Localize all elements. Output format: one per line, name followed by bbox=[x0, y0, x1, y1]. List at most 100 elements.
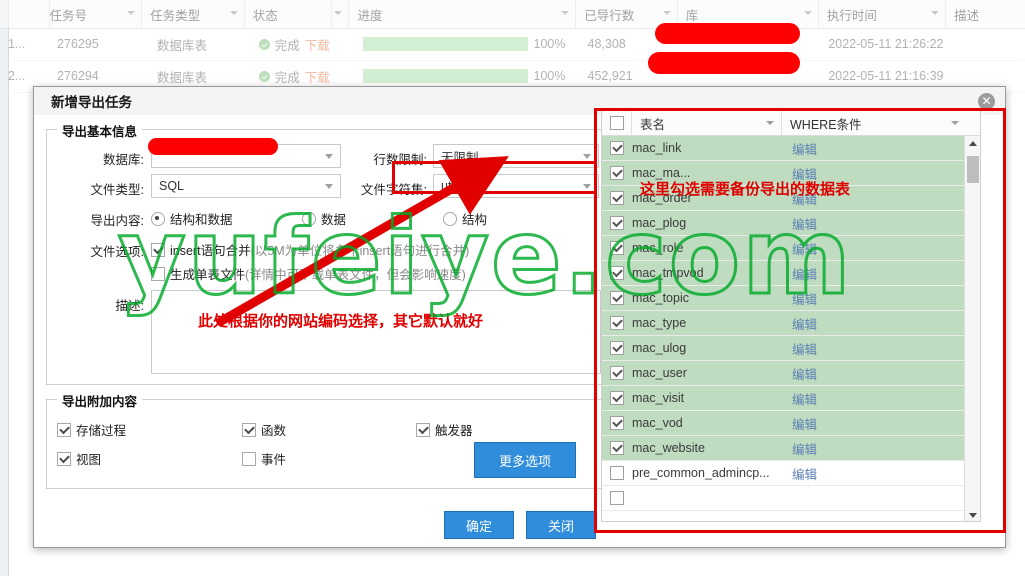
description-input[interactable] bbox=[151, 290, 601, 374]
table-scrollbar[interactable] bbox=[964, 136, 980, 521]
row-edit-link[interactable]: 编辑 bbox=[792, 414, 817, 433]
radio-data[interactable]: 数据 bbox=[302, 209, 346, 228]
select-all-checkbox[interactable] bbox=[602, 111, 632, 136]
chevron-down-icon[interactable] bbox=[583, 154, 591, 159]
download-link[interactable]: 下载 bbox=[305, 67, 330, 86]
table-row[interactable]: mac_plog 编辑 bbox=[602, 211, 980, 236]
charset-select[interactable]: utf8 bbox=[433, 174, 599, 198]
row-edit-link[interactable]: 编辑 bbox=[792, 389, 817, 408]
chevron-down-icon[interactable] bbox=[662, 11, 671, 15]
row-edit-link[interactable]: 编辑 bbox=[792, 164, 817, 183]
row-edit-link[interactable]: 编辑 bbox=[792, 214, 817, 233]
grid-col-status[interactable]: 状态 bbox=[245, 0, 332, 28]
row-edit-link[interactable]: 编辑 bbox=[792, 189, 817, 208]
row-checkbox[interactable] bbox=[602, 266, 632, 280]
row-edit-link[interactable]: 编辑 bbox=[792, 314, 817, 333]
chevron-down-icon[interactable] bbox=[766, 120, 774, 125]
row-checkbox[interactable] bbox=[602, 166, 632, 180]
table-row[interactable]: mac_role 编辑 bbox=[602, 236, 980, 261]
row-edit-link[interactable]: 编辑 bbox=[792, 264, 817, 283]
table-row[interactable]: pre_common_admincp... 编辑 bbox=[602, 461, 980, 486]
chevron-down-icon[interactable] bbox=[803, 11, 812, 15]
row-checkbox[interactable] bbox=[602, 366, 632, 380]
row-checkbox[interactable] bbox=[602, 466, 632, 480]
grid-col-exec-time[interactable]: 执行时间 bbox=[819, 0, 947, 28]
table-row[interactable] bbox=[602, 486, 980, 511]
radio-structure-and-data[interactable]: 结构和数据 bbox=[151, 209, 233, 228]
col-where-condition[interactable]: WHERE条件 bbox=[782, 111, 966, 136]
table-row[interactable]: mac_vod 编辑 bbox=[602, 411, 980, 436]
checkbox-function[interactable]: 函数 bbox=[242, 420, 286, 439]
row-checkbox[interactable] bbox=[602, 441, 632, 455]
col-table-name[interactable]: 表名 bbox=[632, 111, 782, 136]
close-button[interactable]: 关闭 bbox=[526, 511, 596, 539]
chevron-down-icon[interactable] bbox=[325, 154, 333, 159]
row-checkbox[interactable] bbox=[602, 316, 632, 330]
download-link[interactable]: 下载 bbox=[305, 35, 330, 54]
grid-col-task-no[interactable]: 任务号 bbox=[42, 0, 143, 28]
row-checkbox[interactable] bbox=[602, 341, 632, 355]
row-edit-link[interactable]: 编辑 bbox=[792, 239, 817, 258]
table-row[interactable]: mac_ulog 编辑 bbox=[602, 336, 980, 361]
table-row[interactable]: mac_type 编辑 bbox=[602, 311, 980, 336]
checkbox-icon bbox=[610, 366, 624, 380]
row-edit-link[interactable]: 编辑 bbox=[792, 364, 817, 383]
checkbox-single-table-file[interactable]: 生成单表文件 (详情中可下载单表文件，但会影响速度) bbox=[151, 264, 466, 283]
row-edit-link[interactable]: 编辑 bbox=[792, 139, 817, 158]
row-edit-link[interactable]: 编辑 bbox=[792, 289, 817, 308]
chevron-down-icon[interactable] bbox=[325, 184, 333, 189]
row-checkbox[interactable] bbox=[602, 291, 632, 305]
chevron-down-icon[interactable] bbox=[229, 11, 238, 15]
chevron-down-icon[interactable] bbox=[127, 11, 136, 15]
chevron-down-icon[interactable] bbox=[951, 120, 959, 125]
row-checkbox[interactable] bbox=[602, 241, 632, 255]
row-checkbox[interactable] bbox=[602, 416, 632, 430]
chevron-down-icon[interactable] bbox=[561, 11, 570, 15]
row-checkbox[interactable] bbox=[602, 191, 632, 205]
row-checkbox[interactable] bbox=[602, 216, 632, 230]
table-row[interactable]: mac_ma... 编辑 bbox=[602, 161, 980, 186]
row-checkbox[interactable] bbox=[602, 391, 632, 405]
chevron-down-icon[interactable] bbox=[334, 11, 343, 15]
row-checkbox[interactable] bbox=[602, 141, 632, 155]
table-row[interactable]: mac_tmpvod 编辑 bbox=[602, 261, 980, 286]
scroll-down-icon[interactable] bbox=[965, 508, 980, 521]
row-checkbox[interactable] bbox=[602, 491, 632, 505]
checkbox-event[interactable]: 事件 bbox=[242, 449, 286, 468]
grid-col-status-filter[interactable] bbox=[332, 0, 350, 28]
row-edit-link[interactable]: 编辑 bbox=[792, 439, 817, 458]
scrollbar-thumb[interactable] bbox=[967, 156, 979, 183]
checkbox-insert-merge[interactable]: insert语句合并 (以5M为单位将多个insert语句进行合并) bbox=[151, 240, 469, 259]
more-options-button[interactable]: 更多选项 bbox=[474, 442, 576, 478]
grid-col-desc[interactable]: 描述 bbox=[946, 0, 1025, 28]
row-table-name: mac_user bbox=[632, 366, 687, 380]
grid-col-progress[interactable]: 进度 bbox=[349, 0, 577, 28]
table-row[interactable]: mac_user 编辑 bbox=[602, 361, 980, 386]
close-icon[interactable]: ✕ bbox=[978, 93, 995, 110]
table-row[interactable]: 1... 276295 数据库表 完成 下载 100% 48,308 2022-… bbox=[0, 28, 1025, 61]
ok-button[interactable]: 确定 bbox=[444, 511, 514, 539]
table-row[interactable]: mac_link 编辑 bbox=[602, 136, 980, 161]
row-edit-link[interactable]: 编辑 bbox=[792, 339, 817, 358]
row-index: 1... bbox=[8, 37, 26, 51]
radio-structure[interactable]: 结构 bbox=[443, 209, 487, 228]
row-table-name: mac_ma... bbox=[632, 166, 691, 180]
radio-icon bbox=[151, 211, 165, 226]
row-limit-select[interactable]: 无限制 bbox=[433, 144, 599, 168]
chevron-down-icon[interactable] bbox=[931, 11, 940, 15]
table-row[interactable]: mac_order 编辑 bbox=[602, 186, 980, 211]
row-edit-link[interactable]: 编辑 bbox=[792, 464, 817, 483]
checkbox-stored-procedure[interactable]: 存储过程 bbox=[57, 420, 126, 439]
table-row[interactable]: mac_website 编辑 bbox=[602, 436, 980, 461]
redaction-mark bbox=[655, 23, 800, 44]
checkbox-trigger[interactable]: 触发器 bbox=[416, 420, 473, 439]
chevron-down-icon[interactable] bbox=[583, 184, 591, 189]
scroll-up-icon[interactable] bbox=[965, 136, 980, 151]
row-table-name: mac_role bbox=[632, 241, 684, 255]
checkbox-single-table-file-hint: (详情中可下载单表文件，但会影响速度) bbox=[245, 268, 466, 282]
grid-col-task-type[interactable]: 任务类型 bbox=[142, 0, 245, 28]
table-row[interactable]: mac_topic 编辑 bbox=[602, 286, 980, 311]
table-row[interactable]: mac_visit 编辑 bbox=[602, 386, 980, 411]
file-type-select[interactable]: SQL bbox=[151, 174, 341, 198]
checkbox-view[interactable]: 视图 bbox=[57, 449, 101, 468]
